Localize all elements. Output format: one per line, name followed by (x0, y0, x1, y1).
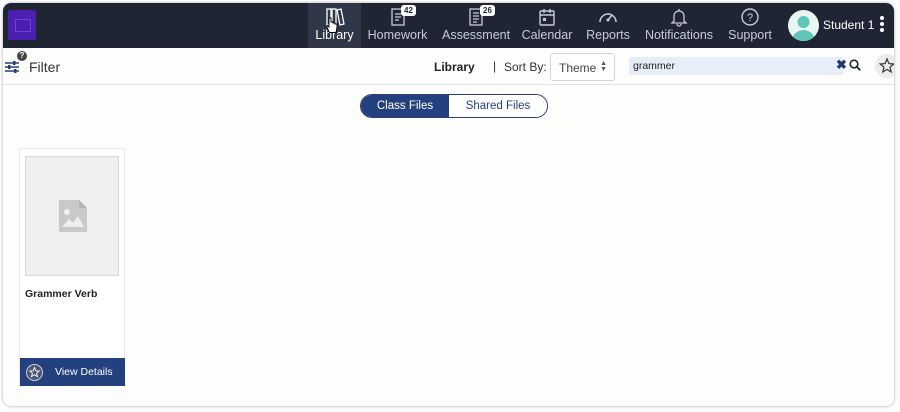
clear-search-icon[interactable]: ✖ (836, 58, 847, 72)
nav-assessment[interactable]: 26 Assessment (442, 3, 510, 48)
star-icon (878, 57, 894, 74)
nav-assessment-label: Assessment (442, 28, 511, 42)
nav-calendar[interactable]: Calendar (520, 3, 574, 48)
sort-select-value: Theme (559, 61, 597, 75)
nav-reports-label: Reports (586, 28, 630, 42)
nav-homework[interactable]: 42 Homework (365, 3, 430, 48)
question-circle-icon: ? (741, 8, 759, 26)
search-icon[interactable] (849, 59, 861, 71)
nav-support-label: Support (728, 28, 772, 42)
filter-label[interactable]: Filter (29, 59, 60, 75)
gauge-icon (599, 13, 617, 23)
sort-by-label: Sort By: (504, 60, 547, 74)
user-avatar-icon (792, 16, 815, 41)
search-box (629, 57, 843, 75)
image-placeholder-icon (59, 200, 87, 232)
nav-support[interactable]: ? Support (725, 3, 775, 48)
favorites-button[interactable] (875, 54, 894, 78)
bell-icon (670, 9, 688, 27)
nav-homework-label: Homework (367, 28, 428, 42)
svg-text:?: ? (747, 12, 753, 24)
nav-notifications-label: Notifications (644, 28, 714, 42)
user-name[interactable]: Student 1 (823, 18, 874, 32)
tab-class-files[interactable]: Class Files (361, 95, 449, 117)
avatar[interactable] (788, 10, 819, 41)
details-star-icon (26, 364, 43, 381)
more-menu-icon[interactable] (879, 16, 885, 34)
top-nav-bar: Library 42 Homework 26 Assessment Calend… (3, 3, 894, 48)
search-input[interactable] (633, 59, 823, 73)
app-logo[interactable] (8, 10, 36, 40)
filter-toolbar: ? Filter Library | Sort By: Theme ▲▼ ✖ (3, 48, 894, 85)
nav-calendar-label: Calendar (521, 28, 573, 42)
tab-shared-files[interactable]: Shared Files (449, 95, 547, 117)
toolbar-divider: | (493, 59, 497, 73)
file-thumbnail (25, 156, 119, 276)
file-title: Grammer Verb (25, 288, 98, 300)
section-label: Library (434, 60, 475, 74)
nav-reports[interactable]: Reports (583, 3, 633, 48)
sort-arrows-icon: ▲ ▼ (600, 60, 607, 73)
filter-help-icon[interactable]: ? (17, 51, 27, 61)
file-card[interactable]: Grammer Verb View Details (19, 148, 125, 386)
homework-badge: 42 (401, 5, 416, 16)
view-details-button[interactable]: View Details (20, 358, 125, 386)
calendar-icon (539, 9, 555, 26)
files-tab-switcher: Class Files Shared Files (360, 94, 548, 118)
assessment-badge: 26 (480, 5, 495, 16)
view-details-label: View Details (55, 366, 113, 378)
app-window: Library 42 Homework 26 Assessment Calend… (3, 3, 894, 406)
sort-select[interactable]: Theme ▲ ▼ (550, 53, 615, 81)
sliders-icon[interactable] (5, 60, 19, 74)
nav-notifications[interactable]: Notifications (643, 3, 715, 48)
hand-cursor-icon (326, 17, 338, 33)
